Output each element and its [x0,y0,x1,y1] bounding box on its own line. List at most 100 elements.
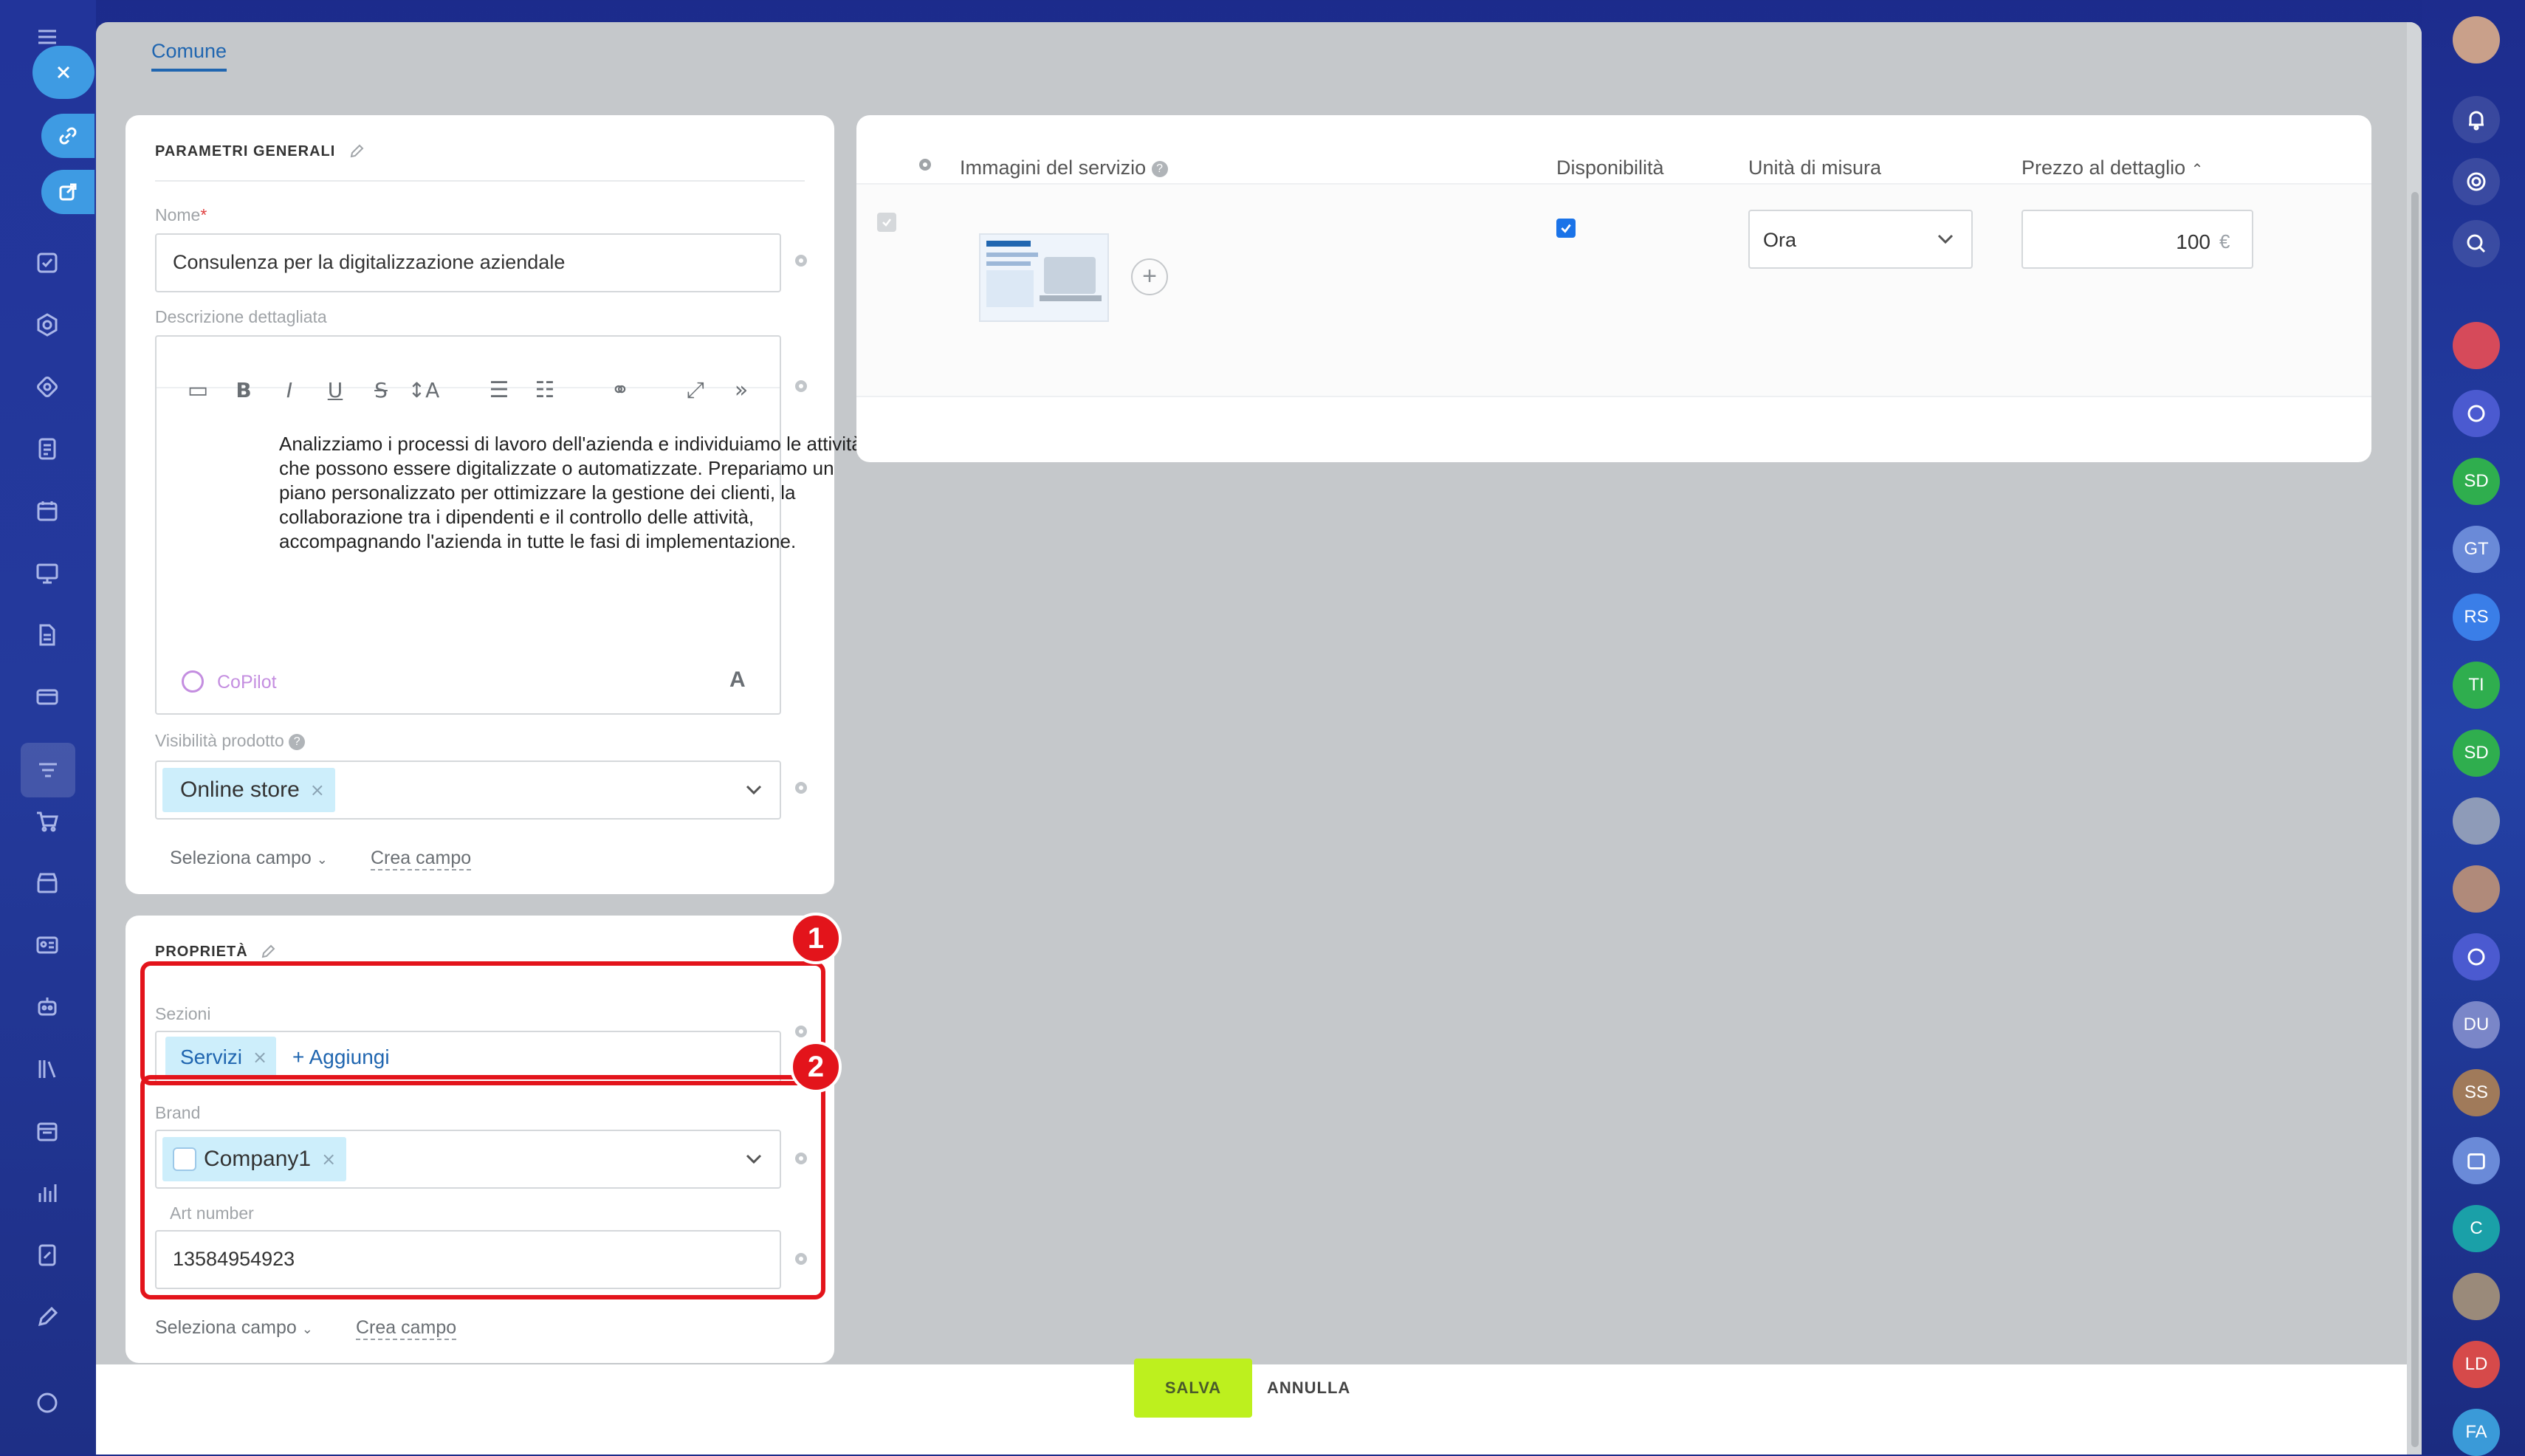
help-icon[interactable]: ? [1151,160,1168,177]
more-icon[interactable]: » [726,375,756,405]
cancel-button[interactable]: ANNULLA [1262,1359,1355,1418]
schedule-icon[interactable] [32,1116,62,1146]
analytics-icon[interactable] [32,1178,62,1208]
help-icon[interactable]: ? [289,733,306,750]
gear-icon[interactable] [791,778,811,797]
bulleted-list-icon[interactable]: ☷ [530,375,560,405]
select-field-dropdown[interactable]: Seleziona campo ⌄ [155,1317,313,1339]
gear-icon[interactable] [915,155,935,174]
gear-icon[interactable] [791,377,811,396]
callout-box-2 [140,1075,825,1299]
text-format-icon[interactable]: A [729,667,746,693]
underline-icon[interactable]: U [320,375,350,405]
calendar-icon[interactable] [32,496,62,526]
bold-icon[interactable]: B [229,375,258,405]
product-edit-slider: Comune PARAMETRI GENERALI Nome* Consulen… [96,22,2422,1455]
library-icon[interactable] [32,1054,62,1084]
store-icon[interactable] [32,868,62,898]
avatar-photo-1[interactable] [2453,797,2500,845]
contact-card-icon[interactable] [32,930,62,960]
numbered-list-icon[interactable]: ☰ [484,375,514,405]
calendar-avatar[interactable] [2453,1137,2500,1184]
strikethrough-icon[interactable]: S [366,375,396,405]
create-field-link[interactable]: Crea campo [371,848,472,870]
help-icon[interactable] [32,1388,62,1418]
properties-title: PROPRIETÀ [155,944,248,960]
column-images: Immagini del servizio ? [960,157,1168,179]
left-sidebar [0,0,96,1455]
avatar-sd-2[interactable]: SD [2453,729,2500,777]
close-icon [57,66,70,79]
italic-icon[interactable]: I [275,375,304,405]
search-chat-icon[interactable] [2453,220,2500,267]
select-field-dropdown[interactable]: Seleziona campo ⌄ [170,848,328,869]
copilot-chat-avatar-2[interactable] [2453,933,2500,981]
chevron-down-icon [1937,234,1954,244]
add-image-button[interactable]: + [1131,258,1168,295]
fullscreen-icon[interactable]: ⤢ [681,375,710,405]
divider [155,180,805,182]
price-value: 100 [2176,230,2210,253]
scrollbar[interactable] [2407,22,2422,1455]
availability-checkbox[interactable] [1556,219,1576,238]
copilot-icon [182,670,204,693]
media-icon[interactable]: ▭ [183,375,213,405]
row-select-checkbox[interactable] [877,213,896,232]
avatar-sd[interactable]: SD [2453,458,2500,505]
file-icon[interactable] [32,620,62,650]
callout-badge-1: 1 [790,913,842,964]
avatar-ti[interactable]: TI [2453,662,2500,709]
avatar-du[interactable]: DU [2453,1001,2500,1048]
hexagon-icon[interactable] [32,310,62,340]
avatar-fa[interactable]: FA [2453,1409,2500,1456]
tasks-icon[interactable] [32,248,62,278]
save-button[interactable]: SALVA [1134,1359,1252,1418]
column-price[interactable]: Prezzo al dettaglio ⌃ [2021,157,2203,179]
service-image-thumbnail[interactable] [979,233,1109,322]
robot-icon[interactable] [32,992,62,1022]
cart-icon[interactable] [32,806,62,836]
catalog-filter-icon[interactable] [21,743,75,797]
avatar-ld[interactable]: LD [2453,1341,2500,1388]
price-field[interactable] [2021,210,2253,269]
create-field-link[interactable]: Crea campo [356,1317,457,1340]
copilot-button[interactable]: CoPilot [217,672,277,693]
font-size-icon[interactable]: ↕A [408,375,440,405]
copilot-icon[interactable] [2453,158,2500,205]
chevron-down-icon[interactable] [743,781,765,799]
avatar-rs[interactable]: RS [2453,594,2500,641]
close-slider-button[interactable] [32,46,95,99]
avatar-gt[interactable]: GT [2453,526,2500,573]
remove-icon[interactable]: × [310,780,325,800]
card-icon[interactable] [32,682,62,712]
avatar-ss[interactable]: SS [2453,1069,2500,1116]
visibility-chip-label: Online store [180,777,300,802]
edit-document-icon[interactable] [32,1240,62,1270]
avatar-red[interactable] [2453,322,2500,369]
link-icon[interactable]: ⚭ [605,375,635,405]
open-new-window-button[interactable] [41,170,95,214]
avatar-c[interactable]: C [2453,1205,2500,1252]
visibility-label: Visibilità prodotto ? [155,731,306,751]
unit-value: Ora [1763,229,1797,251]
user-avatar[interactable] [2453,16,2500,63]
document-icon[interactable] [32,434,62,464]
pencil-icon[interactable] [260,944,276,960]
gear-icon[interactable] [791,251,811,270]
copy-link-button[interactable] [41,114,95,158]
general-parameters-title: PARAMETRI GENERALI [155,143,336,159]
presentation-icon[interactable] [32,558,62,588]
column-availability: Disponibilità [1556,157,1664,179]
name-label: Nome* [155,205,207,224]
automation-icon[interactable] [32,372,62,402]
copilot-chat-avatar[interactable] [2453,390,2500,437]
pencil-icon[interactable] [348,143,365,159]
avatar-photo-2[interactable] [2453,865,2500,913]
description-text: Analizziamo i processi di lavoro dell'az… [279,433,862,552]
bell-icon[interactable] [2453,96,2500,143]
pen-icon[interactable] [32,1302,62,1332]
column-unit: Unità di misura [1748,157,1882,179]
tab-comune[interactable]: Comune [151,40,227,72]
sort-asc-icon: ⌃ [2191,162,2204,178]
avatar-photo-3[interactable] [2453,1273,2500,1320]
